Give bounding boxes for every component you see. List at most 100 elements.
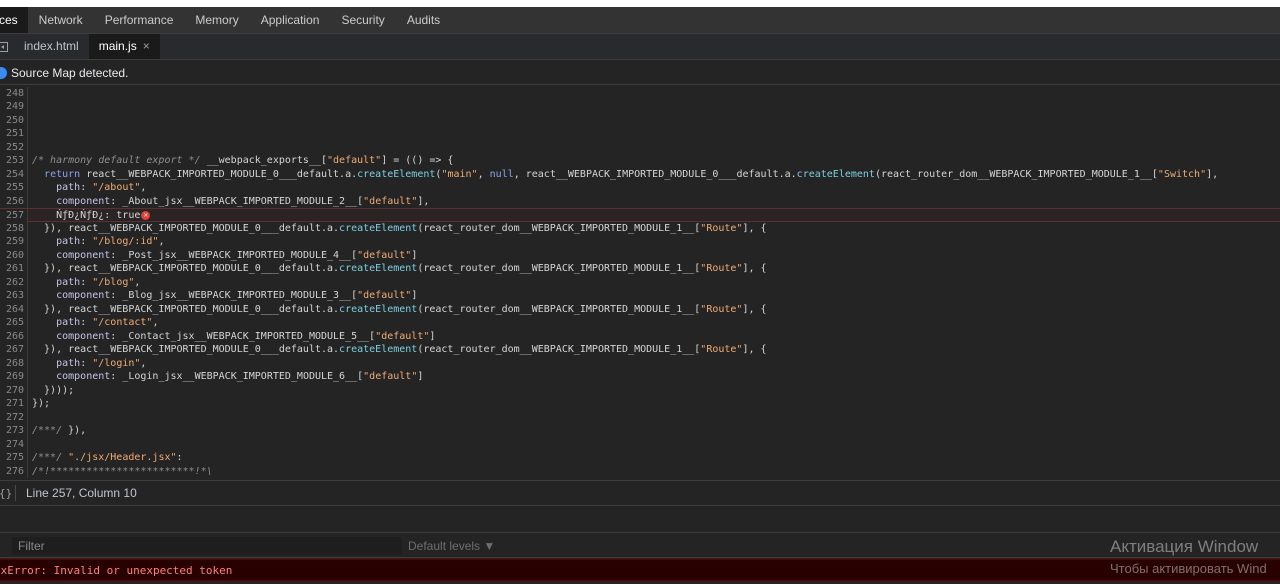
line-number[interactable]: 273 (0, 424, 24, 438)
log-levels-dropdown[interactable]: Default levels ▼ (408, 539, 495, 553)
line-gutter[interactable]: 265 (0, 316, 28, 330)
line-gutter[interactable]: 271 (0, 397, 28, 411)
tab-performance[interactable]: Performance (94, 7, 185, 33)
line-gutter[interactable]: 254 (0, 167, 28, 182)
line-gutter[interactable]: 248 (0, 86, 28, 101)
line-number[interactable]: 252 (0, 141, 24, 155)
code-line[interactable]: 250 (0, 113, 1280, 128)
line-gutter[interactable]: 255 (0, 181, 28, 195)
code-line[interactable]: 254 return react__WEBPACK_IMPORTED_MODUL… (0, 167, 1280, 182)
line-number[interactable]: 253 (0, 154, 24, 168)
code-line[interactable]: 264 }), react__WEBPACK_IMPORTED_MODULE_0… (0, 302, 1280, 317)
line-number[interactable]: 265 (0, 316, 24, 330)
line-gutter[interactable]: 251 (0, 127, 28, 141)
line-number[interactable]: 257 (0, 209, 24, 223)
line-gutter[interactable]: 269 (0, 370, 28, 384)
tab-network[interactable]: Network (28, 7, 94, 33)
tab-security[interactable]: Security (330, 7, 395, 33)
line-number[interactable]: 267 (0, 343, 24, 357)
line-gutter[interactable]: 257 (0, 209, 28, 223)
line-number[interactable]: 270 (0, 384, 24, 398)
code-line[interactable]: 251 (0, 127, 1280, 141)
code-line[interactable]: 255 path: "/about", (0, 181, 1280, 195)
line-gutter[interactable]: 261 (0, 262, 28, 276)
line-number[interactable]: 271 (0, 397, 24, 411)
code-line[interactable]: 268 path: "/login", (0, 356, 1280, 371)
code-line[interactable]: 272 (0, 410, 1280, 425)
line-number[interactable]: 261 (0, 262, 24, 276)
code-line[interactable]: 260 component: _Post_jsx__WEBPACK_IMPORT… (0, 248, 1280, 263)
line-number[interactable]: 260 (0, 249, 24, 263)
code-line[interactable]: 266 component: _Contact_jsx__WEBPACK_IMP… (0, 329, 1280, 344)
code-line[interactable]: 274 (0, 437, 1280, 452)
line-gutter[interactable]: 262 (0, 275, 28, 290)
code-line[interactable]: 261 }), react__WEBPACK_IMPORTED_MODULE_0… (0, 262, 1280, 276)
code-line[interactable]: 249 (0, 100, 1280, 114)
code-line[interactable]: 259 path: "/blog/:id", (0, 235, 1280, 249)
line-number[interactable]: 254 (0, 168, 24, 182)
line-gutter[interactable]: 250 (0, 113, 28, 128)
code-line[interactable]: 267 }), react__WEBPACK_IMPORTED_MODULE_0… (0, 343, 1280, 357)
code-editor[interactable]: 248 249 250 251 252 253 /* harmony default exp… (0, 86, 1280, 478)
line-number[interactable]: 269 (0, 370, 24, 384)
line-number[interactable]: 249 (0, 100, 24, 114)
code-line[interactable]: 271}); (0, 397, 1280, 411)
line-gutter[interactable]: 259 (0, 235, 28, 249)
line-gutter[interactable]: 267 (0, 343, 28, 357)
tab-application[interactable]: Application (250, 7, 331, 33)
line-number[interactable]: 250 (0, 114, 24, 128)
code-line[interactable]: 262 path: "/blog", (0, 275, 1280, 290)
line-number[interactable]: 256 (0, 195, 24, 209)
code-line-error[interactable]: 257 ŃƒÐ¿ŃƒÐ¿: true ✕ (0, 208, 1280, 223)
line-number[interactable]: 276 (0, 465, 24, 479)
console-filter-input[interactable] (12, 537, 402, 555)
line-number[interactable]: 274 (0, 438, 24, 452)
line-number[interactable]: 258 (0, 222, 24, 236)
line-gutter[interactable]: 266 (0, 329, 28, 344)
line-number[interactable]: 272 (0, 411, 24, 425)
line-number[interactable]: 259 (0, 235, 24, 249)
code-line[interactable]: 275 /***/ "./jsx/Header.jsx": (0, 451, 1280, 465)
code-line[interactable]: 269 component: _Login_jsx__WEBPACK_IMPOR… (0, 370, 1280, 384)
line-gutter[interactable]: 263 (0, 289, 28, 303)
file-tab-main-js[interactable]: main.js × (88, 34, 160, 59)
tab-sources[interactable]: rces (0, 7, 28, 33)
line-gutter[interactable]: 253 (0, 154, 28, 168)
file-tab-index-html[interactable]: index.html (14, 34, 89, 59)
line-gutter[interactable]: 249 (0, 100, 28, 114)
line-gutter[interactable]: 256 (0, 194, 28, 209)
line-gutter[interactable]: 252 (0, 140, 28, 155)
close-icon[interactable]: × (143, 34, 150, 59)
line-number[interactable]: 248 (0, 87, 24, 101)
line-gutter[interactable]: 276 (0, 464, 28, 479)
line-gutter[interactable]: 275 (0, 451, 28, 465)
line-gutter[interactable]: 258 (0, 221, 28, 236)
line-number[interactable]: 275 (0, 451, 24, 465)
line-number[interactable]: 263 (0, 289, 24, 303)
line-gutter[interactable]: 268 (0, 356, 28, 371)
line-number[interactable]: 262 (0, 276, 24, 290)
code-line[interactable]: 270 }))); (0, 383, 1280, 398)
code-line[interactable]: 256 component: _About_jsx__WEBPACK_IMPOR… (0, 194, 1280, 209)
code-line[interactable]: 276 /*!************************!*\ (0, 464, 1280, 479)
code-line[interactable]: 258 }), react__WEBPACK_IMPORTED_MODULE_0… (0, 221, 1280, 236)
line-gutter[interactable]: 272 (0, 410, 28, 425)
tab-audits[interactable]: Audits (396, 7, 451, 33)
code-line[interactable]: 273 /***/ }), (0, 424, 1280, 438)
line-number[interactable]: 264 (0, 303, 24, 317)
line-gutter[interactable]: 270 (0, 383, 28, 398)
line-number[interactable]: 251 (0, 127, 24, 141)
line-number[interactable]: 255 (0, 181, 24, 195)
pretty-print-icon[interactable]: {} (0, 487, 12, 500)
code-line[interactable]: 263 component: _Blog_jsx__WEBPACK_IMPORT… (0, 289, 1280, 303)
code-line[interactable]: 248 (0, 86, 1280, 101)
code-line[interactable]: 265 path: "/contact", (0, 316, 1280, 330)
line-gutter[interactable]: 260 (0, 248, 28, 263)
code-line[interactable]: 253 /* harmony default export */ __webpac… (0, 154, 1280, 168)
code-line[interactable]: 252 (0, 140, 1280, 155)
line-number[interactable]: 268 (0, 357, 24, 371)
error-marker-icon[interactable]: ✕ (141, 210, 151, 220)
line-number[interactable]: 266 (0, 330, 24, 344)
line-gutter[interactable]: 273 (0, 424, 28, 438)
line-gutter[interactable]: 274 (0, 437, 28, 452)
